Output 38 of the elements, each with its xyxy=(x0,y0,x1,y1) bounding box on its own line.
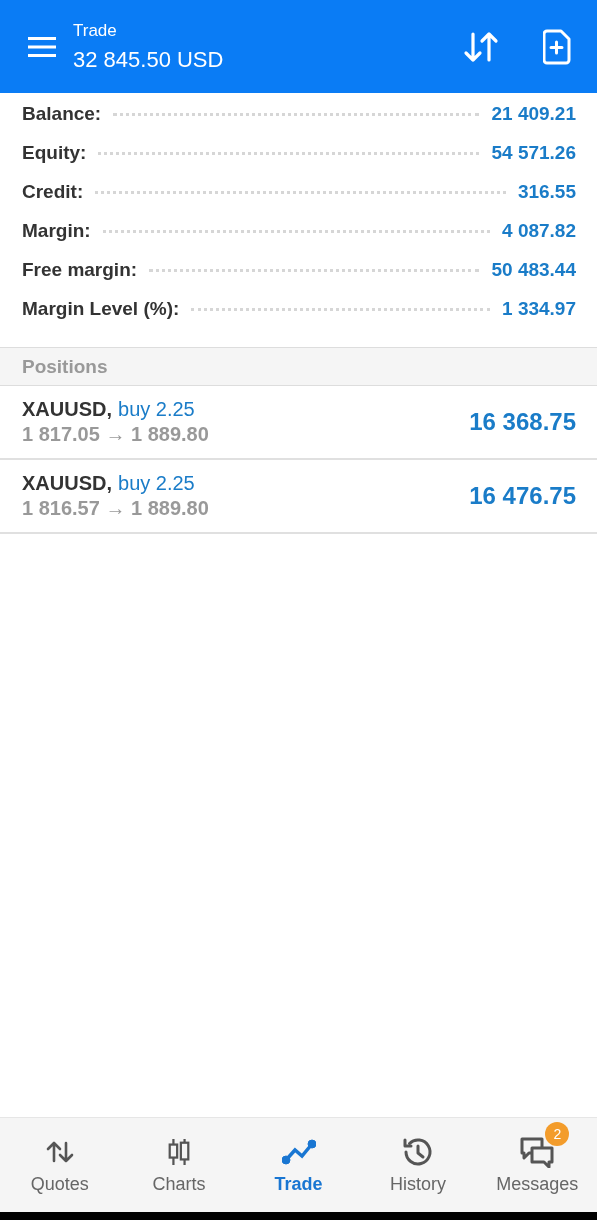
section-title: Positions xyxy=(22,355,108,378)
position-row[interactable]: XAUUSD, buy 2.25 1 816.57 → 1 889.80 16 476.75 xyxy=(0,460,597,534)
summary-value: 21 409.21 xyxy=(491,103,576,125)
summary-label: Margin: xyxy=(22,220,91,242)
nav-tab[interactable]: Quotes xyxy=(0,1118,120,1212)
order-label: buy 2.25 xyxy=(118,398,195,421)
price-range: 1 816.57 → 1 889.80 xyxy=(22,497,210,520)
price-range: 1 817.05 → 1 889.80 xyxy=(22,423,210,446)
chat-icon xyxy=(519,1135,556,1168)
order-label: buy 2.25 xyxy=(118,472,195,495)
new-document-icon[interactable] xyxy=(543,28,573,65)
trend-line-icon xyxy=(281,1138,316,1165)
symbol-label: XAUUSD, xyxy=(22,472,112,495)
summary-value: 316.55 xyxy=(517,181,576,203)
sort-icon[interactable] xyxy=(463,30,499,63)
summary-label: Credit: xyxy=(22,181,84,203)
nav-tab[interactable]: 2 Messages xyxy=(477,1118,597,1212)
nav-tab[interactable]: Trade xyxy=(238,1118,359,1212)
summary-value: 50 483.44 xyxy=(491,259,576,281)
profit-value: 16 368.75 xyxy=(469,408,576,436)
summary-label: Equity: xyxy=(22,142,87,164)
summary-value: 54 571.26 xyxy=(491,142,576,164)
nav-tab[interactable]: Charts xyxy=(119,1118,239,1212)
summary-value: 1 334.97 xyxy=(502,298,576,320)
account-balance: 32 845.50 USD xyxy=(73,46,225,73)
up-down-arrows-icon xyxy=(45,1139,74,1164)
profit-value: 16 476.75 xyxy=(469,482,576,510)
summary-value: 4 087.82 xyxy=(502,220,576,242)
screen-title: Trade xyxy=(73,20,118,41)
unread-badge: 2 xyxy=(545,1121,570,1146)
symbol-label: XAUUSD, xyxy=(22,398,112,421)
summary-label: Margin Level (%): xyxy=(22,298,180,320)
summary-label: Free margin: xyxy=(22,259,138,281)
nav-tab[interactable]: History xyxy=(358,1118,478,1212)
history-icon xyxy=(401,1136,434,1167)
summary-label: Balance: xyxy=(22,103,102,125)
menu-icon[interactable] xyxy=(28,35,56,58)
position-row[interactable]: XAUUSD, buy 2.25 1 817.05 → 1 889.80 16 368.75 xyxy=(0,386,597,460)
